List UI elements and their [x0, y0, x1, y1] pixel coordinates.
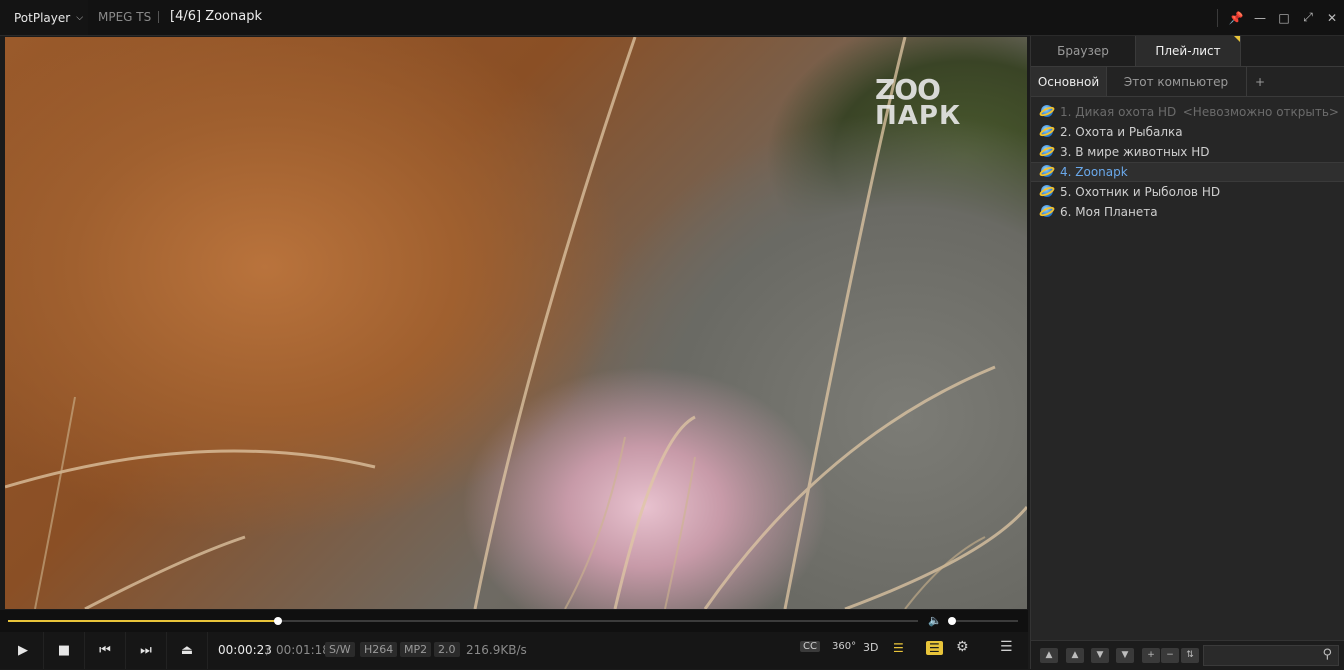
playlist-panel: Браузер Плей-лист Основной Этот компьюте…	[1030, 36, 1344, 670]
app-name: PotPlayer	[14, 10, 71, 25]
3d-icon[interactable]: 3D	[863, 641, 878, 654]
remove-item-icon[interactable]: −	[1161, 648, 1179, 663]
search-icon[interactable]: ⚲	[1322, 647, 1332, 662]
playlist: 1. Дикая охота HD <Невозможно открыть> 2…	[1031, 102, 1344, 222]
skip-next-icon: ⏭	[140, 643, 152, 658]
internet-explorer-icon	[1038, 104, 1056, 120]
add-item-icon[interactable]: +	[1142, 648, 1160, 663]
move-top-icon[interactable]: ▲	[1040, 648, 1058, 663]
close-icon[interactable]: ✕	[1320, 11, 1344, 25]
playlist-item[interactable]: 5. Охотник и Рыболов HD	[1031, 182, 1344, 202]
seek-track[interactable]	[8, 617, 918, 625]
divider	[158, 11, 159, 23]
play-button[interactable]: ▶	[3, 632, 44, 669]
internet-explorer-icon	[1038, 164, 1056, 180]
stop-icon: ■	[57, 643, 71, 658]
move-up-icon[interactable]: ▲	[1066, 648, 1084, 663]
eject-button[interactable]: ⏏	[167, 632, 208, 669]
add-tab-button[interactable]: +	[1246, 67, 1274, 96]
format-label: MPEG TS	[98, 10, 152, 24]
internet-explorer-icon	[1038, 184, 1056, 200]
volume-icon[interactable]: 🔈	[928, 614, 942, 627]
control-bar: ▶ ■ ⏮ ⏭ ⏏ 00:00:23 / 00:01:18 S/W H264 M…	[0, 632, 1028, 669]
window-controls: 📌 — □ ⤢ ✕	[1217, 0, 1344, 35]
playlist-item[interactable]: 6. Моя Планета	[1031, 202, 1344, 222]
seek-thumb[interactable]	[273, 617, 282, 625]
menu-icon[interactable]: ☰	[1000, 639, 1013, 655]
pin-icon[interactable]: 📌	[1224, 11, 1248, 25]
error-note: <Невозможно открыть>	[1182, 105, 1339, 119]
video-area[interactable]: ZOO ПАРК	[5, 37, 1027, 609]
bitrate: 216.9KB/s	[466, 643, 527, 657]
window-title: [4/6] Zoonapk	[170, 9, 262, 24]
app-menu-button[interactable]: PotPlayer ⌵	[0, 0, 88, 35]
playlist-item-current[interactable]: 4. Zoonapk	[1031, 162, 1344, 182]
volume-thumb[interactable]	[948, 617, 956, 625]
minimize-icon[interactable]: —	[1248, 11, 1272, 25]
sort-icon[interactable]: ⇅	[1181, 648, 1199, 663]
maximize-icon[interactable]: □	[1272, 11, 1296, 25]
playlist-toolbar: ▲ ▲ ▼ ▼ + − ⇅ ⚲	[1031, 640, 1344, 670]
current-time: 00:00:23	[218, 643, 272, 657]
playlist-search-field[interactable]: ⚲	[1203, 645, 1339, 666]
subtab-this-computer[interactable]: Этот компьютер	[1106, 67, 1247, 96]
volume-slider[interactable]	[948, 617, 1018, 625]
playlist-subtabs: Основной Этот компьютер +	[1031, 67, 1344, 97]
internet-explorer-icon	[1038, 144, 1056, 160]
audio-codec-badge[interactable]: MP2	[400, 642, 432, 657]
move-down-icon[interactable]: ▼	[1091, 648, 1109, 663]
previous-button[interactable]: ⏮	[85, 632, 126, 669]
playlist-item[interactable]: 3. В мире животных HD	[1031, 142, 1344, 162]
decoder-badge[interactable]: S/W	[325, 642, 355, 657]
tab-browser[interactable]: Браузер	[1031, 36, 1135, 66]
move-bottom-icon[interactable]: ▼	[1116, 648, 1134, 663]
divider	[1217, 8, 1218, 27]
playlist-item[interactable]: 2. Охота и Рыбалка	[1031, 122, 1344, 142]
playlist-search-icon[interactable]: ☰	[893, 641, 904, 655]
tab-playlist[interactable]: Плей-лист	[1135, 36, 1241, 66]
video-codec-badge[interactable]: H264	[360, 642, 398, 657]
video-frame	[5, 37, 1027, 609]
next-button[interactable]: ⏭	[126, 632, 167, 669]
gear-icon[interactable]: ⚙	[956, 639, 969, 655]
eject-icon: ⏏	[180, 643, 194, 658]
time-separator: /	[266, 643, 271, 657]
channel-watermark: ZOO ПАРК	[875, 73, 962, 131]
seek-progress	[8, 620, 278, 622]
internet-explorer-icon	[1038, 124, 1056, 140]
stop-button[interactable]: ■	[44, 632, 85, 669]
internet-explorer-icon	[1038, 204, 1056, 220]
playlist-item[interactable]: 1. Дикая охота HD <Невозможно открыть>	[1031, 102, 1344, 122]
vr-360-icon[interactable]: 360°	[832, 641, 856, 652]
skip-previous-icon: ⏮	[99, 643, 111, 658]
audio-channels-badge[interactable]: 2.0	[434, 642, 460, 657]
play-icon: ▶	[18, 643, 28, 658]
panel-tabs: Браузер Плей-лист	[1031, 36, 1344, 67]
fullscreen-icon[interactable]: ⤢	[1296, 10, 1320, 25]
chevron-down-icon: ⌵	[76, 12, 84, 23]
total-time: 00:01:18	[276, 643, 330, 657]
title-bar: PotPlayer ⌵ MPEG TS [4/6] Zoonapk 📌 — □ …	[0, 0, 1344, 36]
playlist-toggle-icon[interactable]: ☰	[926, 641, 943, 655]
active-tab-marker	[1234, 36, 1240, 42]
subtitles-icon[interactable]: CC	[800, 641, 820, 652]
subtab-main[interactable]: Основной	[1031, 67, 1107, 96]
seek-bar[interactable]: 🔈	[0, 610, 1028, 632]
